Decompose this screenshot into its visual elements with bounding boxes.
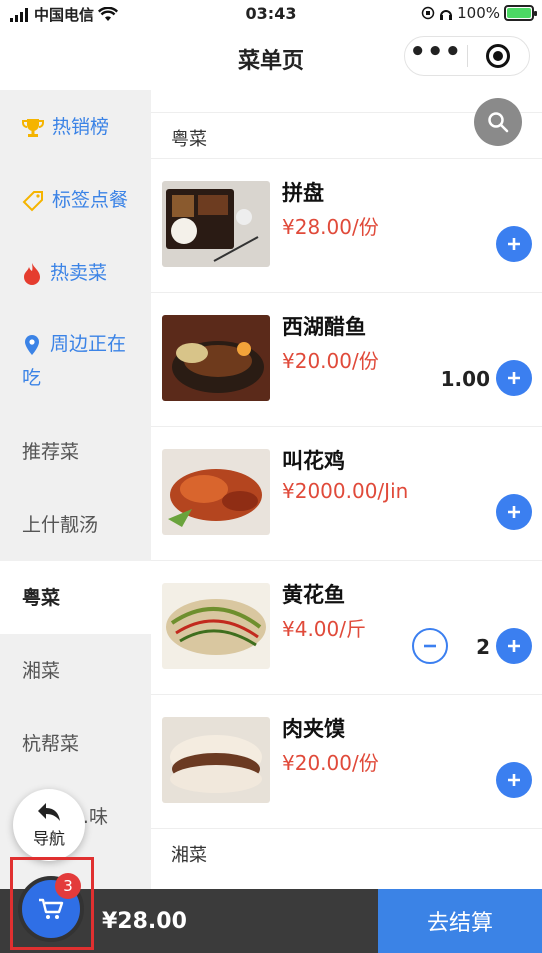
close-mini-program-button[interactable] [468, 37, 530, 75]
location-pin-icon [25, 334, 39, 355]
dish-image-roujiamo [162, 717, 270, 803]
sidebar-item-label: 热销榜 [52, 116, 110, 138]
minus-icon [424, 644, 436, 648]
remove-from-cart-button[interactable] [412, 628, 448, 664]
plus-icon [508, 238, 520, 250]
dish-image-platter [162, 181, 270, 267]
status-right: 100% [421, 4, 537, 22]
dish-row[interactable]: 拼盘 ¥28.00/份 [151, 158, 542, 292]
sidebar-item-nearby[interactable]: 周边正在吃 [0, 309, 151, 415]
dish-image-west-lake-fish [162, 315, 270, 401]
dish-price: ¥20.00/份 [282, 751, 379, 775]
headphones-icon [440, 10, 453, 20]
dish-quantity: 2 [476, 635, 490, 659]
dish-name: 西湖醋鱼 [282, 315, 366, 339]
dish-row[interactable]: 肉夹馍 ¥20.00/份 [151, 694, 542, 828]
section-header-hunan: 湘菜 [151, 828, 542, 874]
more-button[interactable]: ••• [405, 37, 467, 75]
plus-icon [508, 774, 520, 786]
dish-row[interactable]: 西湖醋鱼 ¥20.00/份 1.00 [151, 292, 542, 426]
dish-name: 肉夹馍 [282, 717, 345, 741]
target-circle-icon [486, 44, 511, 68]
cart-total: ¥28.00 [102, 909, 187, 934]
search-button[interactable] [474, 98, 522, 146]
plus-icon [508, 506, 520, 518]
battery-percent: 100% [457, 4, 500, 22]
navigation-label: 导航 [32, 829, 65, 848]
plus-icon [508, 640, 520, 652]
dish-price: ¥2000.00/Jin [282, 479, 409, 503]
cart-count-badge: 3 [55, 873, 81, 899]
battery-icon [504, 5, 537, 21]
sidebar-item-label: 粤菜 [22, 587, 61, 609]
add-to-cart-button[interactable] [496, 226, 532, 262]
sidebar-item-hot-list[interactable]: 热销榜 [0, 90, 151, 163]
add-to-cart-button[interactable] [496, 360, 532, 396]
sidebar-item-cantonese[interactable]: 粤菜 [0, 561, 151, 634]
mini-program-capsule: ••• [404, 36, 530, 76]
dish-name: 叫花鸡 [282, 449, 345, 473]
navigation-button[interactable]: 导航 [13, 789, 85, 861]
trophy-icon [22, 118, 44, 137]
sidebar-item-tag-order[interactable]: 标签点餐 [0, 163, 151, 236]
sidebar-item-label: 热卖菜 [50, 262, 108, 284]
sidebar-item-label: 上什靓汤 [22, 514, 99, 536]
dish-image-yellow-croaker [162, 583, 270, 669]
dish-row[interactable]: 黄花鱼 ¥4.00/斤 2 [151, 560, 542, 694]
dish-quantity: 1.00 [440, 367, 490, 391]
nav-bar: 菜单页 ••• [0, 26, 542, 90]
shopping-cart-icon [39, 898, 64, 919]
dish-name: 黄花鱼 [282, 583, 345, 607]
dish-price: ¥20.00/份 [282, 349, 379, 373]
dish-name: 拼盘 [282, 181, 324, 205]
sidebar-item-recommended[interactable]: 推荐菜 [0, 415, 151, 488]
checkout-button[interactable]: 去结算 [378, 889, 542, 953]
status-bar: 中国电信 03:43 100% [0, 0, 542, 26]
plus-icon [508, 372, 520, 384]
dish-price: ¥4.00/斤 [282, 617, 366, 641]
sidebar-item-hangzhou[interactable]: 杭帮菜 [0, 707, 151, 780]
category-sidebar: 热销榜 标签点餐 热卖菜 周边正在吃 推荐菜 上什靓汤 粤菜 湘菜 杭帮菜 …味 [0, 90, 151, 890]
sidebar-item-label: 标签点餐 [52, 189, 129, 211]
dish-list: 粤菜 拼盘 ¥28.00/份 西湖醋鱼 ¥20.00/份 1.00 叫花鸡 ¥2… [151, 90, 542, 890]
sidebar-item-hunan[interactable]: 湘菜 [0, 634, 151, 707]
dish-price: ¥28.00/份 [282, 215, 379, 239]
tag-icon [22, 190, 43, 211]
fire-icon [24, 262, 40, 285]
dish-image-beggars-chicken [162, 449, 270, 535]
orientation-lock-icon [421, 6, 435, 20]
menu-page-screen: 中国电信 03:43 100% 菜单页 ••• 热销榜 标签点餐 热卖菜 周边正… [0, 0, 542, 953]
sidebar-item-label: 推荐菜 [22, 441, 80, 463]
sidebar-item-soup[interactable]: 上什靓汤 [0, 488, 151, 561]
add-to-cart-button[interactable] [496, 494, 532, 530]
sidebar-item-label: 湘菜 [22, 660, 61, 682]
search-icon [488, 112, 509, 133]
sidebar-item-hot-dishes[interactable]: 热卖菜 [0, 236, 151, 309]
add-to-cart-button[interactable] [496, 628, 532, 664]
add-to-cart-button[interactable] [496, 762, 532, 798]
sidebar-item-label: 杭帮菜 [22, 733, 80, 755]
dish-row[interactable]: 叫花鸡 ¥2000.00/Jin [151, 426, 542, 560]
more-dots-icon: ••• [409, 37, 463, 67]
back-arrow-icon [38, 803, 60, 821]
